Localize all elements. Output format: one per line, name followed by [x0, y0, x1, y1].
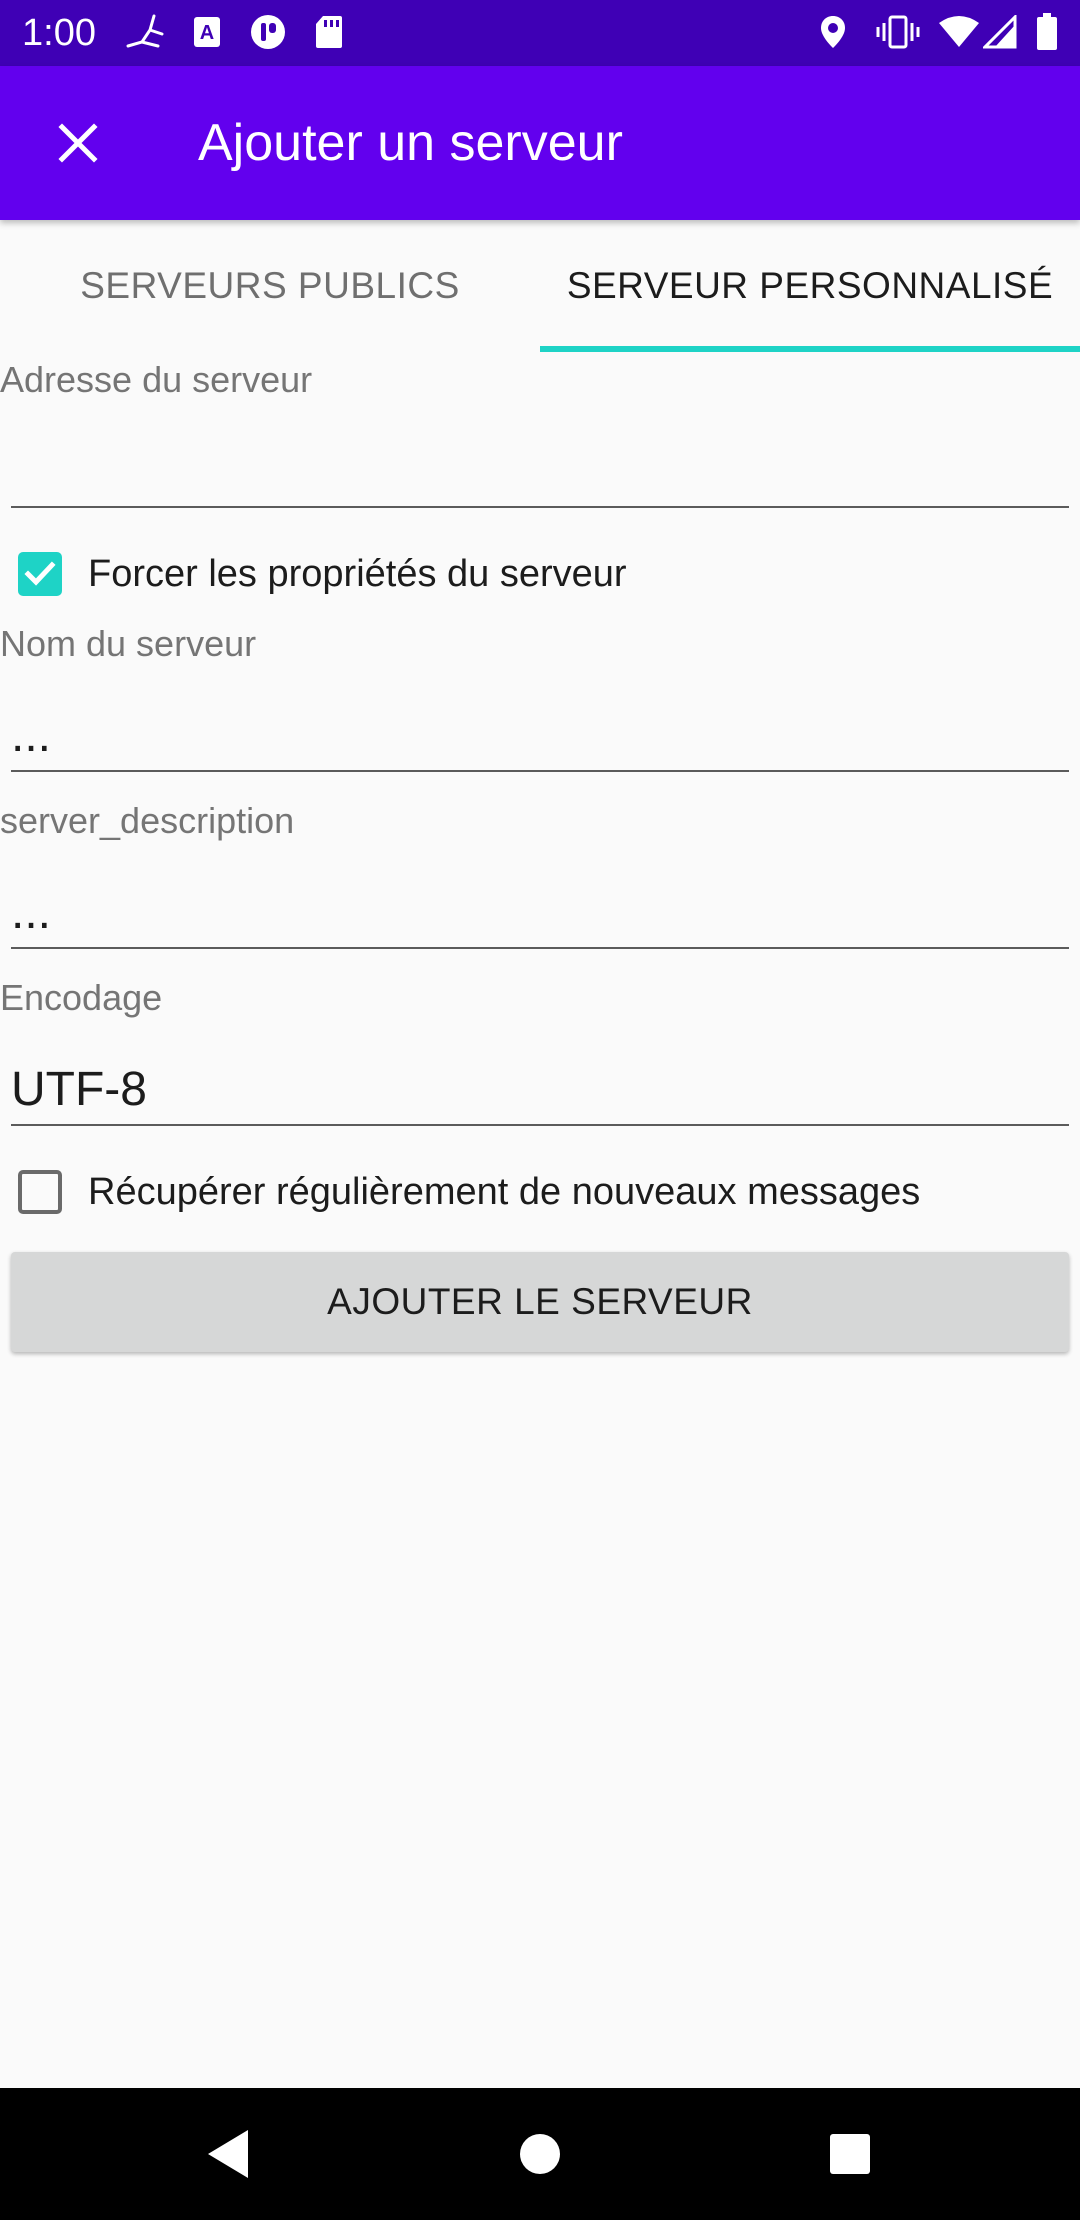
check-icon	[24, 561, 56, 586]
battery-icon	[1034, 8, 1060, 56]
back-icon	[208, 2130, 248, 2178]
close-icon	[58, 123, 98, 163]
sd-card-icon	[312, 8, 346, 56]
app-bar: Ajouter un serveur	[0, 66, 1080, 220]
server-description-input[interactable]: ...	[11, 883, 1069, 949]
tab-public-servers[interactable]: SERVEURS PUBLICS	[0, 220, 540, 352]
add-server-button[interactable]: AJOUTER LE SERVEUR	[11, 1252, 1069, 1352]
page-title: Ajouter un serveur	[198, 114, 623, 172]
server-name-label: Nom du serveur	[0, 623, 257, 664]
location-icon	[816, 8, 850, 56]
status-bar: 1:00 A	[0, 0, 1080, 66]
wifi-icon	[936, 8, 982, 56]
encoding-input[interactable]: UTF-8	[11, 1060, 1069, 1126]
navigation-bar	[0, 2088, 1080, 2220]
back-button[interactable]	[188, 2114, 268, 2194]
recents-button[interactable]	[810, 2114, 890, 2194]
lock-pill-icon	[248, 8, 288, 56]
server-address-label: Adresse du serveur	[0, 359, 313, 400]
signal-icon	[982, 8, 1018, 56]
fetch-messages-row[interactable]: Récupérer régulièrement de nouveaux mess…	[18, 1162, 920, 1222]
close-button[interactable]	[40, 105, 116, 181]
server-address-input[interactable]	[11, 442, 1069, 508]
force-properties-checkbox[interactable]	[18, 552, 62, 596]
fetch-messages-checkbox[interactable]	[18, 1170, 62, 1214]
force-properties-label: Forcer les propriétés du serveur	[88, 552, 627, 595]
tab-bar: SERVEURS PUBLICS SERVEUR PERSONNALISÉ	[0, 220, 1080, 352]
fingerprint-icon	[124, 8, 168, 56]
recents-icon	[830, 2134, 870, 2174]
vibrate-icon	[876, 8, 920, 56]
tab-indicator	[540, 346, 1080, 352]
encoding-label: Encodage	[0, 977, 163, 1018]
tab-custom-server[interactable]: SERVEUR PERSONNALISÉ	[540, 220, 1080, 352]
server-name-input[interactable]: ...	[11, 706, 1069, 772]
status-time: 1:00	[22, 12, 96, 54]
home-button[interactable]	[500, 2114, 580, 2194]
force-properties-row[interactable]: Forcer les propriétés du serveur	[18, 544, 627, 604]
svg-text:A: A	[200, 22, 214, 44]
home-icon	[520, 2134, 560, 2174]
server-description-label: server_description	[0, 800, 295, 841]
a-box-icon: A	[190, 8, 224, 56]
fetch-messages-label: Récupérer régulièrement de nouveaux mess…	[88, 1170, 921, 1213]
